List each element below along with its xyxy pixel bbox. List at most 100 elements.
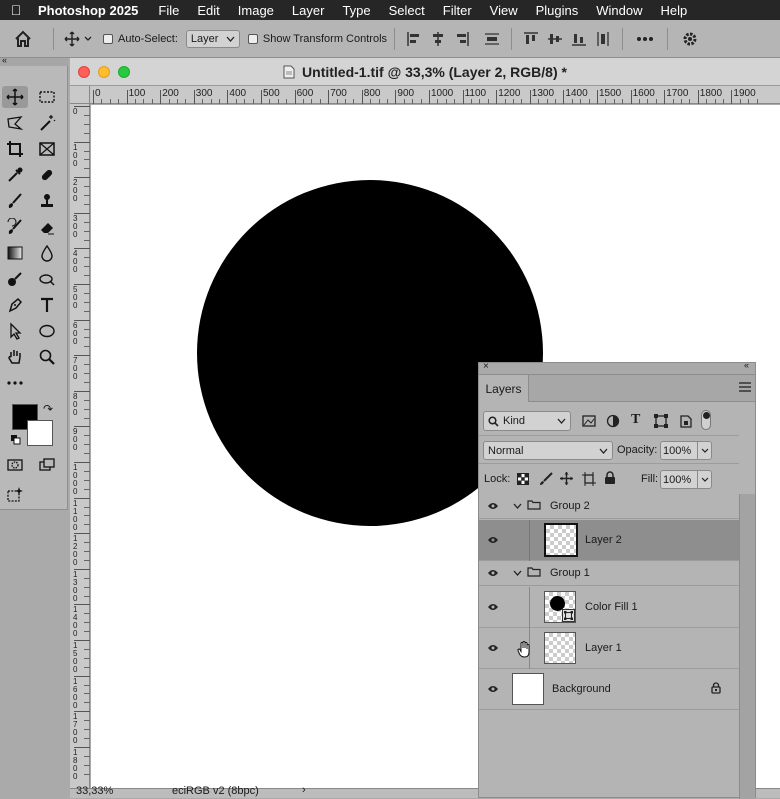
frame-tool-icon[interactable] bbox=[34, 138, 60, 160]
menu-view[interactable]: View bbox=[481, 3, 527, 18]
layers-scrollbar[interactable] bbox=[739, 494, 755, 799]
layer-name[interactable]: Layer 2 bbox=[585, 534, 622, 546]
eyedropper-tool-icon[interactable] bbox=[2, 164, 28, 186]
auto-select-checkbox[interactable]: Auto-Select: bbox=[103, 27, 178, 51]
ruler-origin[interactable] bbox=[70, 86, 90, 104]
smudge-tool-icon[interactable] bbox=[34, 268, 60, 290]
magic-wand-tool-icon[interactable] bbox=[34, 112, 60, 134]
visibility-eye-icon[interactable] bbox=[479, 536, 507, 544]
edit-toolbar-icon[interactable] bbox=[2, 372, 28, 394]
opacity-field[interactable]: 100% bbox=[660, 441, 712, 460]
align-vcenter-icon[interactable] bbox=[547, 31, 563, 47]
layer-row-group-2[interactable]: Group 2 bbox=[479, 494, 739, 519]
layer-name[interactable]: Color Fill 1 bbox=[585, 601, 638, 613]
menu-layer[interactable]: Layer bbox=[283, 3, 334, 18]
type-filter-icon[interactable]: T bbox=[631, 412, 640, 428]
home-icon[interactable] bbox=[0, 27, 46, 51]
healing-brush-tool-icon[interactable] bbox=[34, 164, 60, 186]
visibility-eye-icon[interactable] bbox=[479, 502, 507, 510]
layer-row-layer-1[interactable]: Layer 1 bbox=[479, 627, 739, 669]
shape-filter-icon[interactable] bbox=[654, 414, 668, 431]
filter-kind-dropdown[interactable]: Kind bbox=[483, 411, 571, 431]
distribute-vertical-icon[interactable] bbox=[595, 31, 611, 47]
apple-icon[interactable]:  bbox=[0, 2, 32, 18]
menu-file[interactable]: File bbox=[149, 3, 188, 18]
minimize-window-button[interactable] bbox=[98, 66, 110, 78]
layer-row-layer-2[interactable]: Layer 2 bbox=[479, 519, 739, 561]
align-right-icon[interactable] bbox=[454, 31, 470, 47]
background-color-swatch[interactable] bbox=[27, 420, 53, 446]
clone-stamp-tool-icon[interactable] bbox=[34, 190, 60, 212]
horizontal-ruler[interactable]: 0 100 200 300 400 500 600 700 800 900 1000 1100 1200… bbox=[90, 86, 780, 104]
vertical-ruler[interactable]: 0 1 0 0 2 0 0 3 0 0 4 0 0 5 0 0 6 0 0 7 0 0 8 0 … bbox=[70, 104, 90, 798]
default-colors-icon[interactable] bbox=[11, 435, 21, 445]
menu-type[interactable]: Type bbox=[333, 3, 379, 18]
opacity-dropdown-icon[interactable] bbox=[697, 442, 711, 459]
panel-menu-icon[interactable] bbox=[739, 382, 751, 395]
screen-mode-icon[interactable] bbox=[34, 454, 60, 476]
close-window-button[interactable] bbox=[78, 66, 90, 78]
gradient-tool-icon[interactable] bbox=[2, 242, 28, 264]
quick-mask-icon[interactable] bbox=[2, 454, 28, 476]
auto-select-dropdown[interactable]: Layer bbox=[185, 29, 240, 48]
distribute-icon[interactable] bbox=[484, 31, 500, 47]
blur-tool-icon[interactable] bbox=[34, 242, 60, 264]
gear-icon[interactable] bbox=[679, 31, 701, 47]
layer-name[interactable]: Background bbox=[552, 683, 611, 695]
ellipse-tool-icon[interactable] bbox=[34, 320, 60, 342]
layer-locked-icon[interactable] bbox=[711, 681, 721, 697]
menu-filter[interactable]: Filter bbox=[434, 3, 481, 18]
visibility-eye-icon[interactable] bbox=[479, 603, 507, 611]
menu-image[interactable]: Image bbox=[229, 3, 283, 18]
status-arrow-icon[interactable]: › bbox=[302, 784, 306, 796]
align-left-icon[interactable] bbox=[406, 31, 422, 47]
more-options-icon[interactable] bbox=[634, 31, 656, 47]
lock-position-icon[interactable] bbox=[559, 471, 574, 489]
close-panel-icon[interactable]: × bbox=[483, 361, 489, 372]
zoom-level[interactable]: 33,33% bbox=[76, 785, 113, 797]
lasso-tool-icon[interactable] bbox=[2, 112, 28, 134]
collapse-panel-icon[interactable]: « bbox=[744, 360, 749, 370]
tab-layers[interactable]: Layers bbox=[479, 375, 529, 402]
path-selection-tool-icon[interactable] bbox=[2, 320, 28, 342]
lock-transparent-pixels-icon[interactable] bbox=[517, 473, 529, 488]
move-tool-preset-icon[interactable] bbox=[61, 27, 97, 51]
tools-panel-header[interactable]: « bbox=[0, 55, 68, 66]
blend-mode-dropdown[interactable]: Normal bbox=[483, 441, 613, 460]
pen-tool-icon[interactable] bbox=[2, 294, 28, 316]
layer-row-color-fill-1[interactable]: Color Fill 1 bbox=[479, 586, 739, 628]
generative-fill-icon[interactable] bbox=[2, 484, 28, 506]
layer-name[interactable]: Group 1 bbox=[550, 567, 590, 579]
color-profile[interactable]: eciRGB v2 (8bpc) bbox=[172, 785, 259, 797]
visibility-eye-icon[interactable] bbox=[479, 569, 507, 577]
crop-tool-icon[interactable] bbox=[2, 138, 28, 160]
align-bottom-icon[interactable] bbox=[571, 31, 587, 47]
app-menu[interactable]: Photoshop 2025 bbox=[32, 3, 149, 18]
pixel-filter-icon[interactable] bbox=[582, 415, 596, 430]
layer-name[interactable]: Layer 1 bbox=[585, 642, 622, 654]
layer-row-group-1[interactable]: Group 1 bbox=[479, 561, 739, 586]
eraser-tool-icon[interactable] bbox=[34, 216, 60, 238]
move-tool-icon[interactable] bbox=[2, 86, 28, 108]
adjustment-filter-icon[interactable] bbox=[606, 414, 620, 431]
filter-toggle-switch[interactable] bbox=[701, 410, 711, 430]
type-tool-icon[interactable] bbox=[34, 294, 60, 316]
zoom-window-button[interactable] bbox=[118, 66, 130, 78]
menu-help[interactable]: Help bbox=[652, 3, 697, 18]
marquee-tool-icon[interactable] bbox=[34, 86, 60, 108]
dodge-tool-icon[interactable] bbox=[2, 268, 28, 290]
zoom-tool-icon[interactable] bbox=[34, 346, 60, 368]
align-top-icon[interactable] bbox=[523, 31, 539, 47]
brush-tool-icon[interactable] bbox=[2, 190, 28, 212]
layer-name[interactable]: Group 2 bbox=[550, 500, 590, 512]
lock-artboard-icon[interactable] bbox=[582, 472, 596, 489]
hand-tool-icon[interactable] bbox=[2, 346, 28, 368]
group-expand-chevron-icon[interactable] bbox=[513, 567, 522, 579]
align-hcenter-icon[interactable] bbox=[430, 31, 446, 47]
layers-panel-header[interactable]: × « bbox=[479, 360, 755, 375]
menu-select[interactable]: Select bbox=[380, 3, 434, 18]
document-titlebar[interactable]: Untitled-1.tif @ 33,3% (Layer 2, RGB/8) … bbox=[70, 58, 780, 86]
fill-field[interactable]: 100% bbox=[660, 470, 712, 489]
show-transform-checkbox[interactable]: Show Transform Controls bbox=[247, 27, 387, 51]
layer-row-background[interactable]: Background bbox=[479, 669, 739, 710]
